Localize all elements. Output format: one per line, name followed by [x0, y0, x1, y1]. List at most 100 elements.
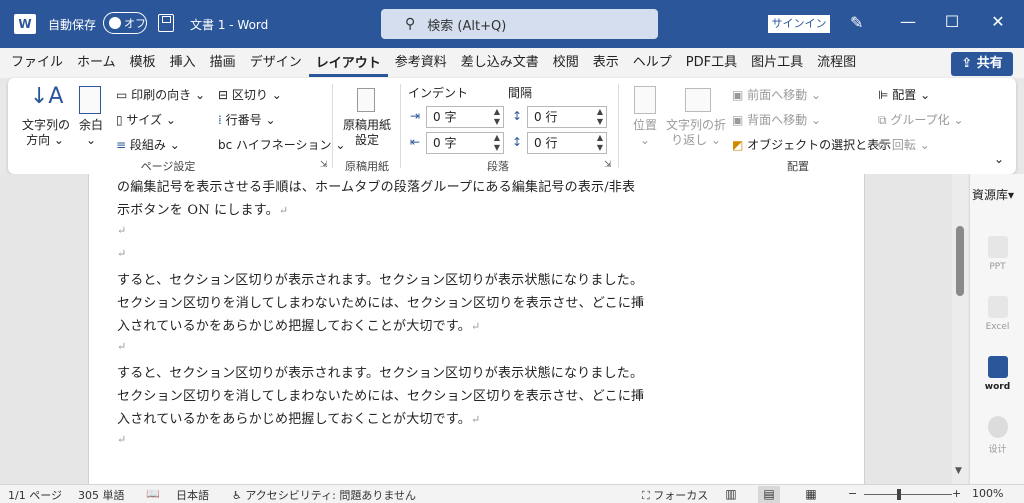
indent-right-icon: ⇤: [410, 135, 421, 149]
tab-help[interactable]: ヘルプ: [626, 48, 679, 78]
toggle-knob: [109, 17, 121, 29]
breaks-label: 区切り ⌄: [231, 88, 282, 102]
share-button[interactable]: ⇪ 共有: [951, 52, 1013, 76]
resource-design[interactable]: 设计: [970, 416, 1024, 455]
tab-mailings[interactable]: 差し込み文書: [454, 48, 546, 78]
spinner-arrows-icon[interactable]: ▲ ▼: [494, 133, 500, 153]
selection-pane-button[interactable]: ◩ オブジェクトの選択と表示: [732, 136, 891, 153]
scrollbar-thumb[interactable]: [956, 226, 964, 296]
document-line: 入されているかをあらかじめ把握しておくことが大切です。↵: [117, 319, 481, 334]
maximize-button[interactable]: ☐: [937, 12, 967, 31]
signin-button[interactable]: サインイン: [768, 15, 830, 33]
tab-template[interactable]: 模板: [123, 48, 163, 78]
indent-left-input[interactable]: 0 字 ▲ ▼: [426, 106, 504, 128]
scroll-down-icon[interactable]: ▼: [955, 466, 962, 476]
manuscript-icon: [357, 88, 375, 112]
size-button[interactable]: ▯ サイズ ⌄: [116, 111, 176, 128]
resource-word[interactable]: word: [970, 356, 1024, 392]
spinner-arrows-icon[interactable]: ▲ ▼: [597, 107, 603, 127]
autosave-toggle[interactable]: オフ: [103, 12, 147, 34]
indent-header: インデント: [408, 86, 469, 100]
resource-excel[interactable]: Excel: [970, 296, 1024, 332]
zoom-slider-thumb[interactable]: [897, 489, 901, 500]
word-icon: [987, 356, 1008, 378]
spinner-arrows-icon[interactable]: ▲ ▼: [494, 107, 500, 127]
close-button[interactable]: ✕: [983, 12, 1013, 31]
tab-design[interactable]: デザイン: [243, 48, 309, 78]
print-layout-icon[interactable]: ▤: [758, 486, 780, 503]
text-direction-button[interactable]: 文字列の 方向 ⌄: [22, 118, 70, 148]
margins-label: 余白: [78, 118, 103, 132]
orientation-icon: ▭: [116, 88, 132, 102]
bring-forward-button[interactable]: ▣ 前面へ移動 ⌄: [732, 86, 821, 103]
tab-layout[interactable]: レイアウト: [308, 49, 388, 77]
tab-pdf-tools[interactable]: PDF工具: [679, 48, 744, 78]
group-icon: ⧉: [878, 113, 891, 127]
document-title: 文書 1 - Word: [190, 18, 269, 32]
tab-home[interactable]: ホーム: [70, 48, 123, 78]
document-line: すると、セクション区切りが表示されます。セクション区切りが表示状態になりました。: [117, 273, 644, 288]
space-before-icon: ↕: [512, 109, 523, 123]
wrap-text-icon: [685, 88, 711, 112]
line-numbers-button[interactable]: ⁞ 行番号 ⌄: [218, 111, 276, 128]
read-mode-icon[interactable]: ▥: [720, 486, 742, 503]
paragraph-launcher-icon[interactable]: ⇲: [604, 160, 612, 170]
save-icon[interactable]: [158, 14, 174, 32]
pen-icon[interactable]: ✎: [850, 13, 863, 32]
resource-pane-title[interactable]: 資源库▾: [972, 186, 1014, 203]
word-count[interactable]: 305 単語: [78, 487, 125, 503]
breaks-button[interactable]: ⊟ 区切り ⌄: [218, 86, 282, 103]
search-box[interactable]: ⚲ 検索 (Alt+Q): [381, 9, 658, 39]
space-before-input[interactable]: 0 行 ▲ ▼: [527, 106, 607, 128]
page-setup-group-label: ページ設定: [140, 160, 196, 173]
manuscript-settings-button[interactable]: 原稿用紙 設定: [341, 118, 393, 148]
group-button[interactable]: ⧉ グループ化 ⌄: [878, 111, 964, 128]
page-setup-launcher-icon[interactable]: ⇲: [320, 160, 328, 170]
vertical-scrollbar[interactable]: ▼: [952, 174, 968, 484]
tab-references[interactable]: 参考資料: [388, 48, 454, 78]
accessibility-status[interactable]: ♿ アクセシビリティ: 問題ありません: [232, 487, 416, 503]
minimize-button[interactable]: —: [893, 12, 923, 31]
tab-draw[interactable]: 描画: [203, 48, 243, 78]
position-label: 位置: [632, 118, 657, 132]
align-button[interactable]: ⊫ 配置 ⌄: [878, 86, 930, 103]
tab-review[interactable]: 校閲: [546, 48, 586, 78]
bring-forward-icon: ▣: [732, 88, 748, 102]
document-line: ↵: [117, 247, 127, 260]
tab-flowchart[interactable]: 流程图: [810, 48, 863, 78]
tab-view[interactable]: 表示: [586, 48, 626, 78]
columns-button[interactable]: ≡ 段組み ⌄: [116, 136, 180, 153]
zoom-in-button[interactable]: +: [952, 487, 961, 500]
page-count[interactable]: 1/1 ページ: [8, 487, 62, 503]
web-layout-icon[interactable]: ▦: [800, 486, 822, 503]
ppt-icon: [987, 236, 1008, 258]
focus-button[interactable]: ⛶ フォーカス: [642, 487, 708, 503]
proofing-icon[interactable]: 📖: [146, 487, 160, 500]
resource-ppt[interactable]: PPT: [970, 236, 1024, 272]
spinner-arrows-icon[interactable]: ▲ ▼: [597, 133, 603, 153]
hyphenation-button[interactable]: bc ハイフネーション ⌄: [218, 136, 345, 153]
margins-button[interactable]: 余白 ⌄: [76, 118, 106, 148]
document-line: ↵: [117, 340, 127, 353]
arrange-group-label: 配置: [787, 160, 809, 173]
space-after-input[interactable]: 0 行 ▲ ▼: [527, 132, 607, 154]
line-numbers-label: 行番号 ⌄: [225, 113, 276, 127]
indent-right-input[interactable]: 0 字 ▲ ▼: [426, 132, 504, 154]
collapse-ribbon-icon[interactable]: ⌄: [994, 152, 1004, 166]
position-dropdown: ⌄: [639, 133, 651, 147]
position-button[interactable]: 位置 ⌄: [626, 118, 664, 148]
share-label: 共有: [976, 56, 1003, 71]
tab-image-tools[interactable]: 图片工具: [744, 48, 810, 78]
language[interactable]: 日本語: [176, 487, 209, 503]
text-direction-label-2: 方向 ⌄: [26, 133, 64, 147]
zoom-slider[interactable]: [864, 494, 952, 495]
zoom-level[interactable]: 100%: [972, 487, 1003, 500]
orientation-button[interactable]: ▭ 印刷の向き ⌄: [116, 86, 205, 103]
tab-file[interactable]: ファイル: [4, 48, 70, 78]
zoom-out-button[interactable]: −: [848, 487, 857, 500]
rotate-button[interactable]: ⟳ 回転 ⌄: [878, 136, 930, 153]
wrap-text-button[interactable]: 文字列の折 り返し ⌄: [666, 118, 726, 148]
tab-insert[interactable]: 挿入: [163, 48, 203, 78]
space-after-icon: ↕: [512, 135, 523, 149]
send-backward-button[interactable]: ▣ 背面へ移動 ⌄: [732, 111, 821, 128]
